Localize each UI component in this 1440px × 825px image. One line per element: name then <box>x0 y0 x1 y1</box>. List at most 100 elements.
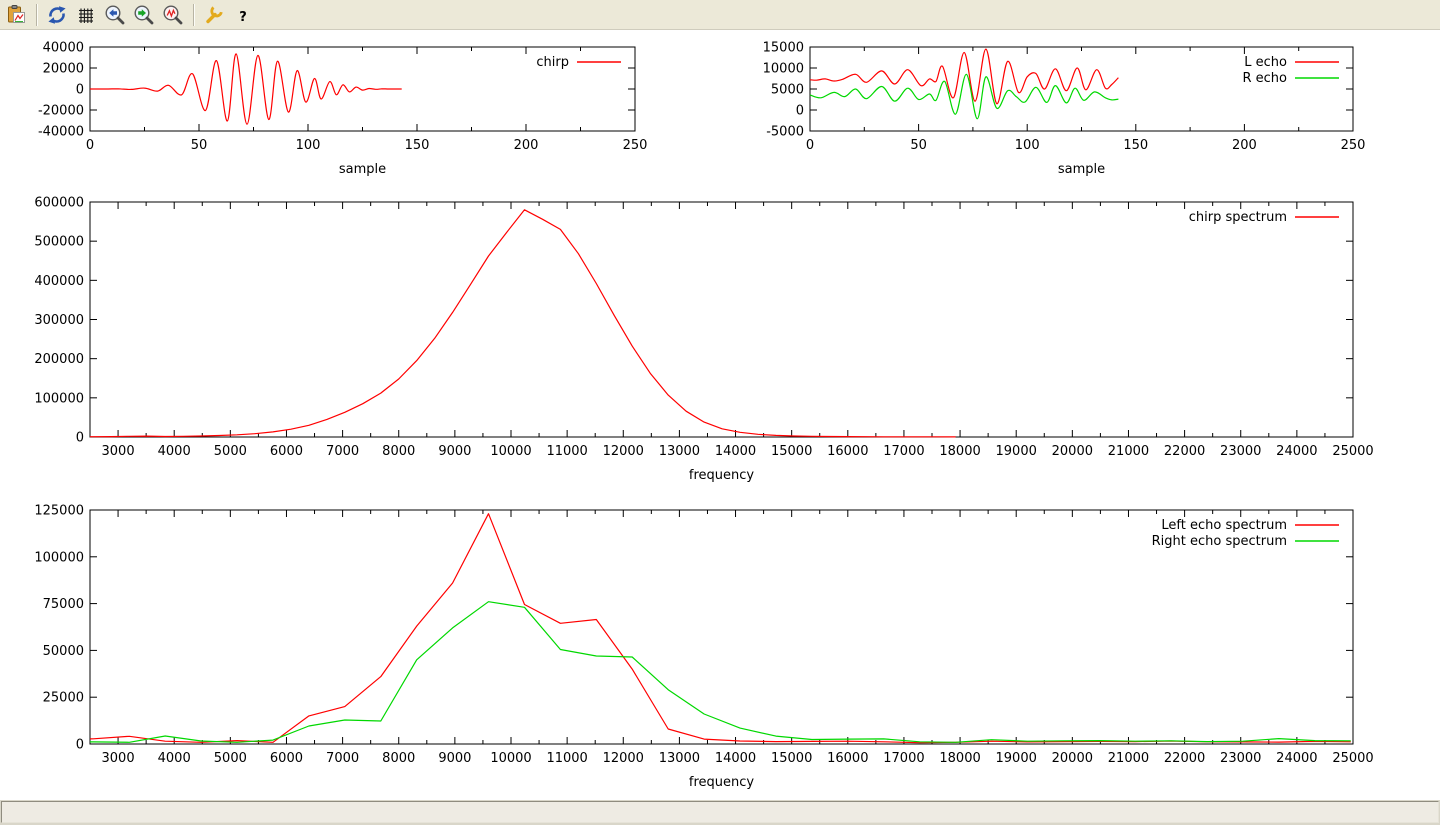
y-tick-label: 10000 <box>763 62 804 77</box>
plot-chirp-spectrum[interactable]: 3000400050006000700080009000100001100012… <box>0 191 1440 491</box>
x-tick-label: 14000 <box>715 444 756 459</box>
y-tick-label: 0 <box>796 104 804 119</box>
x-tick-label: 23000 <box>1220 444 1261 459</box>
plot-chirp-waveform[interactable]: 050100150200250-40000-2000002000040000sa… <box>0 31 720 191</box>
y-tick-label: -40000 <box>38 125 84 140</box>
x-tick-label: 200 <box>1232 138 1257 153</box>
series-chirp <box>90 54 402 124</box>
x-tick-label: 15000 <box>771 751 812 766</box>
y-tick-label: 100000 <box>34 391 84 406</box>
plot-echo-waveforms[interactable]: 050100150200250-5000050001000015000sampl… <box>720 31 1440 191</box>
y-tick-label: 20000 <box>43 62 84 77</box>
x-tick-label: 9000 <box>438 751 471 766</box>
plot-canvas: 050100150200250-40000-2000002000040000sa… <box>0 31 1440 800</box>
x-tick-label: 7000 <box>326 444 359 459</box>
legend-label: Right echo spectrum <box>1152 534 1287 549</box>
x-tick-label: 7000 <box>326 751 359 766</box>
legend-label: chirp <box>536 55 569 70</box>
x-tick-label: 22000 <box>1164 444 1205 459</box>
x-tick-label: 23000 <box>1220 751 1261 766</box>
x-axis-label: sample <box>1058 162 1105 177</box>
y-tick-label: 75000 <box>43 597 84 612</box>
x-tick-label: 0 <box>86 138 94 153</box>
y-tick-label: 600000 <box>34 196 84 211</box>
x-tick-label: 3000 <box>102 444 135 459</box>
replot-icon <box>46 4 68 26</box>
x-axis-label: frequency <box>689 775 755 790</box>
plot-echo-spectra[interactable]: 3000400050006000700080009000100001100012… <box>0 499 1440 799</box>
x-axis-label: sample <box>339 162 386 177</box>
x-tick-label: 10000 <box>490 444 531 459</box>
x-tick-label: 150 <box>1123 138 1148 153</box>
y-tick-label: 0 <box>76 738 84 753</box>
zoom-previous-icon <box>104 4 126 26</box>
legend-label: Left echo spectrum <box>1161 518 1287 533</box>
autoscale-icon <box>162 4 184 26</box>
x-tick-label: 18000 <box>939 751 980 766</box>
x-tick-label: 20000 <box>1052 751 1093 766</box>
help-icon: ? <box>232 4 254 26</box>
grid-button[interactable] <box>73 2 99 28</box>
configure-button[interactable] <box>201 2 227 28</box>
x-tick-label: 11000 <box>546 444 587 459</box>
zoom-next-button[interactable] <box>131 2 157 28</box>
x-tick-label: 200 <box>514 138 539 153</box>
x-tick-label: 12000 <box>603 751 644 766</box>
x-tick-label: 100 <box>296 138 321 153</box>
x-tick-label: 6000 <box>270 444 303 459</box>
copy-plot-button[interactable] <box>3 2 29 28</box>
legend-label: L echo <box>1244 55 1287 70</box>
x-tick-label: 13000 <box>659 751 700 766</box>
x-tick-label: 19000 <box>996 751 1037 766</box>
x-tick-label: 24000 <box>1276 751 1317 766</box>
x-tick-label: 250 <box>1341 138 1366 153</box>
autoscale-button[interactable] <box>160 2 186 28</box>
x-tick-label: 16000 <box>827 751 868 766</box>
plot-frame <box>90 202 1353 437</box>
x-tick-label: 6000 <box>270 751 303 766</box>
y-tick-label: 500000 <box>34 235 84 250</box>
toolbar: ? <box>0 0 1440 30</box>
series-chirp-spectrum <box>90 210 956 437</box>
y-tick-label: 100000 <box>34 550 84 565</box>
y-tick-label: 400000 <box>34 274 84 289</box>
x-tick-label: 4000 <box>158 751 191 766</box>
series-right-echo-spectrum <box>90 602 1351 743</box>
x-tick-label: 4000 <box>158 444 191 459</box>
y-tick-label: 40000 <box>43 41 84 56</box>
x-tick-label: 8000 <box>382 444 415 459</box>
toolbar-separator <box>36 4 38 26</box>
x-tick-label: 50 <box>910 138 927 153</box>
x-tick-label: 25000 <box>1332 751 1373 766</box>
x-tick-label: 16000 <box>827 444 868 459</box>
y-tick-label: 5000 <box>771 83 804 98</box>
series-r-echo <box>810 74 1118 119</box>
y-tick-label: 125000 <box>34 504 84 519</box>
y-tick-label: 0 <box>76 83 84 98</box>
y-tick-label: 15000 <box>763 41 804 56</box>
x-tick-label: 12000 <box>603 444 644 459</box>
x-tick-label: 14000 <box>715 751 756 766</box>
x-tick-label: 18000 <box>939 444 980 459</box>
x-tick-label: 19000 <box>996 444 1037 459</box>
x-tick-label: 250 <box>623 138 648 153</box>
replot-button[interactable] <box>44 2 70 28</box>
x-tick-label: 17000 <box>883 751 924 766</box>
x-axis-label: frequency <box>689 468 755 483</box>
svg-text:?: ? <box>239 10 247 25</box>
x-tick-label: 13000 <box>659 444 700 459</box>
x-tick-label: 25000 <box>1332 444 1373 459</box>
y-tick-label: -5000 <box>766 125 804 140</box>
copy-plot-icon <box>5 4 27 26</box>
zoom-previous-button[interactable] <box>102 2 128 28</box>
x-tick-label: 21000 <box>1108 751 1149 766</box>
help-button[interactable]: ? <box>230 2 256 28</box>
x-tick-label: 22000 <box>1164 751 1205 766</box>
x-tick-label: 100 <box>1015 138 1040 153</box>
x-tick-label: 0 <box>806 138 814 153</box>
zoom-next-icon <box>133 4 155 26</box>
toolbar-separator <box>193 4 195 26</box>
x-tick-label: 9000 <box>438 444 471 459</box>
status-bar <box>0 800 1440 825</box>
x-tick-label: 150 <box>405 138 430 153</box>
